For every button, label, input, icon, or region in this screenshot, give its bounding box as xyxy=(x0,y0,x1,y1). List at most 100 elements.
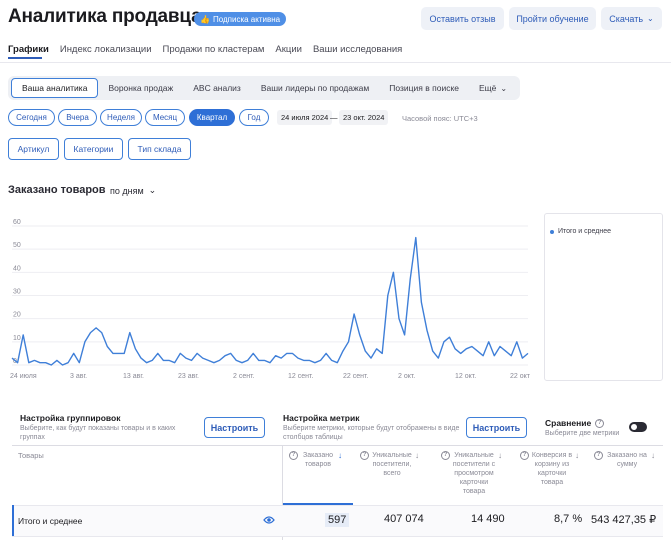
grouping-configure-button[interactable]: Настроить xyxy=(204,417,265,438)
th-unique-visitors-label: Уникальные посетители, всего xyxy=(372,452,412,477)
date-from[interactable]: 24 июля 2024 xyxy=(277,110,333,125)
th-order-sum-label: Заказано на сумму xyxy=(607,452,647,468)
thumb-up-icon: 👍 xyxy=(200,14,210,24)
x-tick-label: 2 окт. xyxy=(398,373,415,380)
eye-icon[interactable] xyxy=(263,515,275,525)
filter-categories[interactable]: Категории xyxy=(64,138,123,160)
metrics-configure-button[interactable]: Настроить xyxy=(466,417,527,438)
training-button[interactable]: Пройти обучение xyxy=(509,7,596,30)
sort-arrow-icon: ↓ xyxy=(415,451,419,460)
x-tick-label: 12 сент. xyxy=(288,373,313,380)
th-unique-visitors[interactable]: ? Уникальные посетители, всего ↓ xyxy=(360,451,426,478)
y-tick-label: 50 xyxy=(13,242,21,249)
th-visitors-card[interactable]: ? Уникальные посетители с просмотром кар… xyxy=(441,451,509,496)
page-title: Аналитика продавца xyxy=(8,6,202,27)
seg-your-analytics[interactable]: Ваша аналитика xyxy=(11,78,99,98)
active-tab-underline xyxy=(8,57,42,59)
subscription-badge: 👍 Подписка активна xyxy=(194,12,287,26)
th-cart-conversion-label: Конверсия в корзину из карточки товара xyxy=(531,452,573,486)
cell-unique-visitors: 407 074 xyxy=(384,513,424,525)
cell-order-sum: 543 427,35 ₽ xyxy=(591,514,657,526)
metrics-hint: Выберите метрики, которые будут отображе… xyxy=(283,425,460,441)
cell-ordered: 597 xyxy=(325,513,350,527)
chevron-down-icon: ⌄ xyxy=(647,14,654,23)
period-quarter[interactable]: Квартал xyxy=(189,109,235,126)
question-icon[interactable]: ? xyxy=(360,451,369,460)
tab-cluster-sales[interactable]: Продажи по кластерам xyxy=(163,44,265,55)
th-cart-conversion[interactable]: ? Конверсия в корзину из карточки товара… xyxy=(520,451,586,487)
period-year[interactable]: Год xyxy=(239,109,269,126)
granularity-select[interactable]: по дням ⌄ xyxy=(110,185,156,196)
chart-legend: Итого и среднее xyxy=(544,213,663,381)
sort-arrow-icon: ↓ xyxy=(498,451,502,460)
timezone-label: Часовой пояс: UTC+3 xyxy=(402,114,478,123)
seg-more[interactable]: Ещё ⌄ xyxy=(469,78,517,98)
x-tick-label: 24 июля xyxy=(10,373,37,380)
download-button-label: Скачать xyxy=(609,13,644,24)
th-ordered[interactable]: ? Заказано товаров ↓ xyxy=(289,451,351,469)
th-visitors-card-label: Уникальные посетители с просмотром карто… xyxy=(452,452,496,495)
series-line-total xyxy=(11,236,529,366)
orders-line-chart: 0102030405060 24 июля 3 авг. 13 авг. 23 авг… xyxy=(10,219,531,380)
chart-title: Заказано товаров xyxy=(8,184,106,196)
feedback-button-label: Оставить отзыв xyxy=(429,13,496,24)
x-tick-label: 2 сент. xyxy=(233,373,255,380)
legend-label: Итого и среднее xyxy=(558,228,612,235)
nav-tabs: Графики Индекс локализации Продажи по кл… xyxy=(8,44,402,55)
seg-sales-funnel[interactable]: Воронка продаж xyxy=(98,78,183,98)
x-tick-label: 12 окт. xyxy=(455,373,476,380)
period-yesterday[interactable]: Вчера xyxy=(58,109,97,126)
x-tick-label: 13 авг. xyxy=(123,373,144,380)
table-top-border xyxy=(12,445,663,446)
analytics-segment-bar: Ваша аналитика Воронка продаж ABC анализ… xyxy=(8,76,521,100)
filter-article[interactable]: Артикул xyxy=(8,138,59,160)
th-order-sum[interactable]: ? Заказано на сумму ↓ xyxy=(594,451,662,469)
chevron-down-icon: ⌄ xyxy=(500,83,508,93)
cell-visitors-card: 14 490 xyxy=(471,513,505,525)
sort-arrow-icon: ↓ xyxy=(338,451,342,460)
legend-item-total[interactable]: Итого и среднее xyxy=(550,228,611,235)
grouping-hint: Выберите, как будут показаны товары и в … xyxy=(20,425,176,441)
question-icon[interactable]: ? xyxy=(520,451,529,460)
tab-graphs[interactable]: Графики xyxy=(8,44,49,55)
seg-abc[interactable]: ABC анализ xyxy=(183,78,251,98)
tab-research[interactable]: Ваши исследования xyxy=(313,44,402,55)
x-tick-label: 22 окт xyxy=(510,373,531,380)
x-tick-label: 3 авг. xyxy=(70,373,87,380)
feedback-button[interactable]: Оставить отзыв xyxy=(421,7,504,30)
comparison-title: Сравнение xyxy=(545,418,592,428)
seg-leaders[interactable]: Ваши лидеры по продажам xyxy=(251,78,379,98)
y-tick-label: 40 xyxy=(13,265,21,272)
question-icon[interactable]: ? xyxy=(594,451,603,460)
comparison-title-row: Сравнение ? xyxy=(545,418,605,428)
download-button[interactable]: Скачать ⌄ xyxy=(601,7,662,30)
x-tick-label: 23 авг. xyxy=(178,373,199,380)
chevron-down-icon: ⌄ xyxy=(148,185,157,195)
row-marker xyxy=(12,505,14,536)
date-to[interactable]: 23 окт. 2024 xyxy=(339,110,389,125)
question-icon[interactable]: ? xyxy=(289,451,298,460)
period-week[interactable]: Неделя xyxy=(100,109,142,126)
grouping-title: Настройка группировок xyxy=(20,413,121,423)
y-tick-label: 10 xyxy=(13,335,21,342)
question-icon[interactable]: ? xyxy=(595,418,605,428)
table-bottom-border xyxy=(12,536,663,537)
nav-divider xyxy=(0,62,671,63)
training-button-label: Пройти обучение xyxy=(516,13,589,24)
period-today[interactable]: Сегодня xyxy=(8,109,55,126)
granularity-label: по дням xyxy=(110,185,144,196)
row-label: Итого и среднее xyxy=(18,516,83,526)
question-icon[interactable]: ? xyxy=(441,451,450,460)
date-dash: — xyxy=(330,113,338,122)
legend-dot xyxy=(550,229,554,234)
period-month[interactable]: Месяц xyxy=(145,109,185,126)
seg-more-label: Ещё xyxy=(478,83,497,93)
cell-cart-conversion: 8,7 % xyxy=(554,513,583,525)
tab-localization[interactable]: Индекс локализации xyxy=(60,44,152,55)
y-tick-label: 20 xyxy=(13,312,21,319)
seg-search-position[interactable]: Позиция в поиске xyxy=(379,78,469,98)
comparison-toggle[interactable] xyxy=(629,422,647,432)
filter-warehouse-type[interactable]: Тип склада xyxy=(128,138,191,160)
subscription-badge-label: Подписка активна xyxy=(212,14,281,24)
tab-promotions[interactable]: Акции xyxy=(275,44,302,55)
